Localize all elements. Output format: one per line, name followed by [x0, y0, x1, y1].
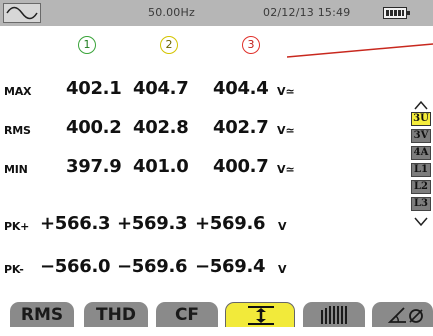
row-label-pk-minus: PK- — [4, 263, 24, 276]
pk-plus-phase1-value: +566.3 — [40, 213, 111, 234]
red-pointer-line — [287, 43, 433, 58]
frequency-readout: 50.00Hz — [148, 6, 195, 19]
chevron-down-icon[interactable] — [413, 217, 429, 227]
selector-item-l3[interactable]: L3 — [411, 197, 431, 211]
selector-item-l2[interactable]: L2 — [411, 180, 431, 194]
sine-wave-icon — [3, 3, 41, 23]
max-unit: V≃ — [277, 85, 295, 98]
chevron-up-icon[interactable] — [413, 100, 429, 110]
tab-phase-angle[interactable] — [372, 302, 433, 327]
phase-2-indicator: 2 — [160, 36, 178, 54]
tab-rms[interactable]: RMS — [10, 302, 74, 327]
pk-minus-unit: V — [278, 263, 287, 276]
tab-min-max[interactable] — [225, 302, 295, 327]
min-phase1-value: 397.9 — [66, 156, 122, 177]
pk-minus-phase1-value: −566.0 — [40, 256, 111, 277]
tab-cf[interactable]: CF — [156, 302, 218, 327]
pk-plus-phase3-value: +569.6 — [195, 213, 266, 234]
min-phase3-value: 400.7 — [213, 156, 269, 177]
max-phase1-value: 402.1 — [66, 78, 122, 99]
battery-icon — [383, 7, 410, 19]
row-label-pk-plus: PK+ — [4, 220, 30, 233]
pk-minus-phase2-value: −569.6 — [117, 256, 188, 277]
tab-thd[interactable]: THD — [84, 302, 148, 327]
selector-item-3u[interactable]: 3U — [411, 112, 431, 126]
selector-item-l1[interactable]: L1 — [411, 163, 431, 177]
max-phase3-value: 404.4 — [213, 78, 269, 99]
datetime-readout: 02/12/13 15:49 — [263, 6, 351, 19]
row-label-rms: RMS — [4, 124, 31, 137]
phase-3-indicator: 3 — [242, 36, 260, 54]
rms-phase3-value: 402.7 — [213, 117, 269, 138]
min-unit: V≃ — [277, 163, 295, 176]
rms-phase2-value: 402.8 — [133, 117, 189, 138]
pk-plus-phase2-value: +569.3 — [117, 213, 188, 234]
row-label-max: MAX — [4, 85, 32, 98]
max-phase2-value: 404.7 — [133, 78, 189, 99]
pk-plus-unit: V — [278, 220, 287, 233]
rms-unit: V≃ — [277, 124, 295, 137]
selector-item-3v[interactable]: 3V — [411, 129, 431, 143]
row-label-min: MIN — [4, 163, 28, 176]
phase-angle-icon — [387, 307, 423, 323]
status-bar: 50.00Hz 02/12/13 15:49 — [0, 0, 433, 26]
min-max-arrows-icon — [248, 306, 274, 325]
bar-graph-icon — [321, 306, 347, 324]
min-phase2-value: 401.0 — [133, 156, 189, 177]
instrument-screen: 50.00Hz 02/12/13 15:49 1 2 3 MAX 402.1 4… — [0, 0, 433, 327]
pk-minus-phase3-value: −569.4 — [195, 256, 266, 277]
tab-harmonics[interactable] — [303, 302, 365, 327]
rms-phase1-value: 400.2 — [66, 117, 122, 138]
selector-item-4a[interactable]: 4A — [411, 146, 431, 160]
phase-1-indicator: 1 — [78, 36, 96, 54]
